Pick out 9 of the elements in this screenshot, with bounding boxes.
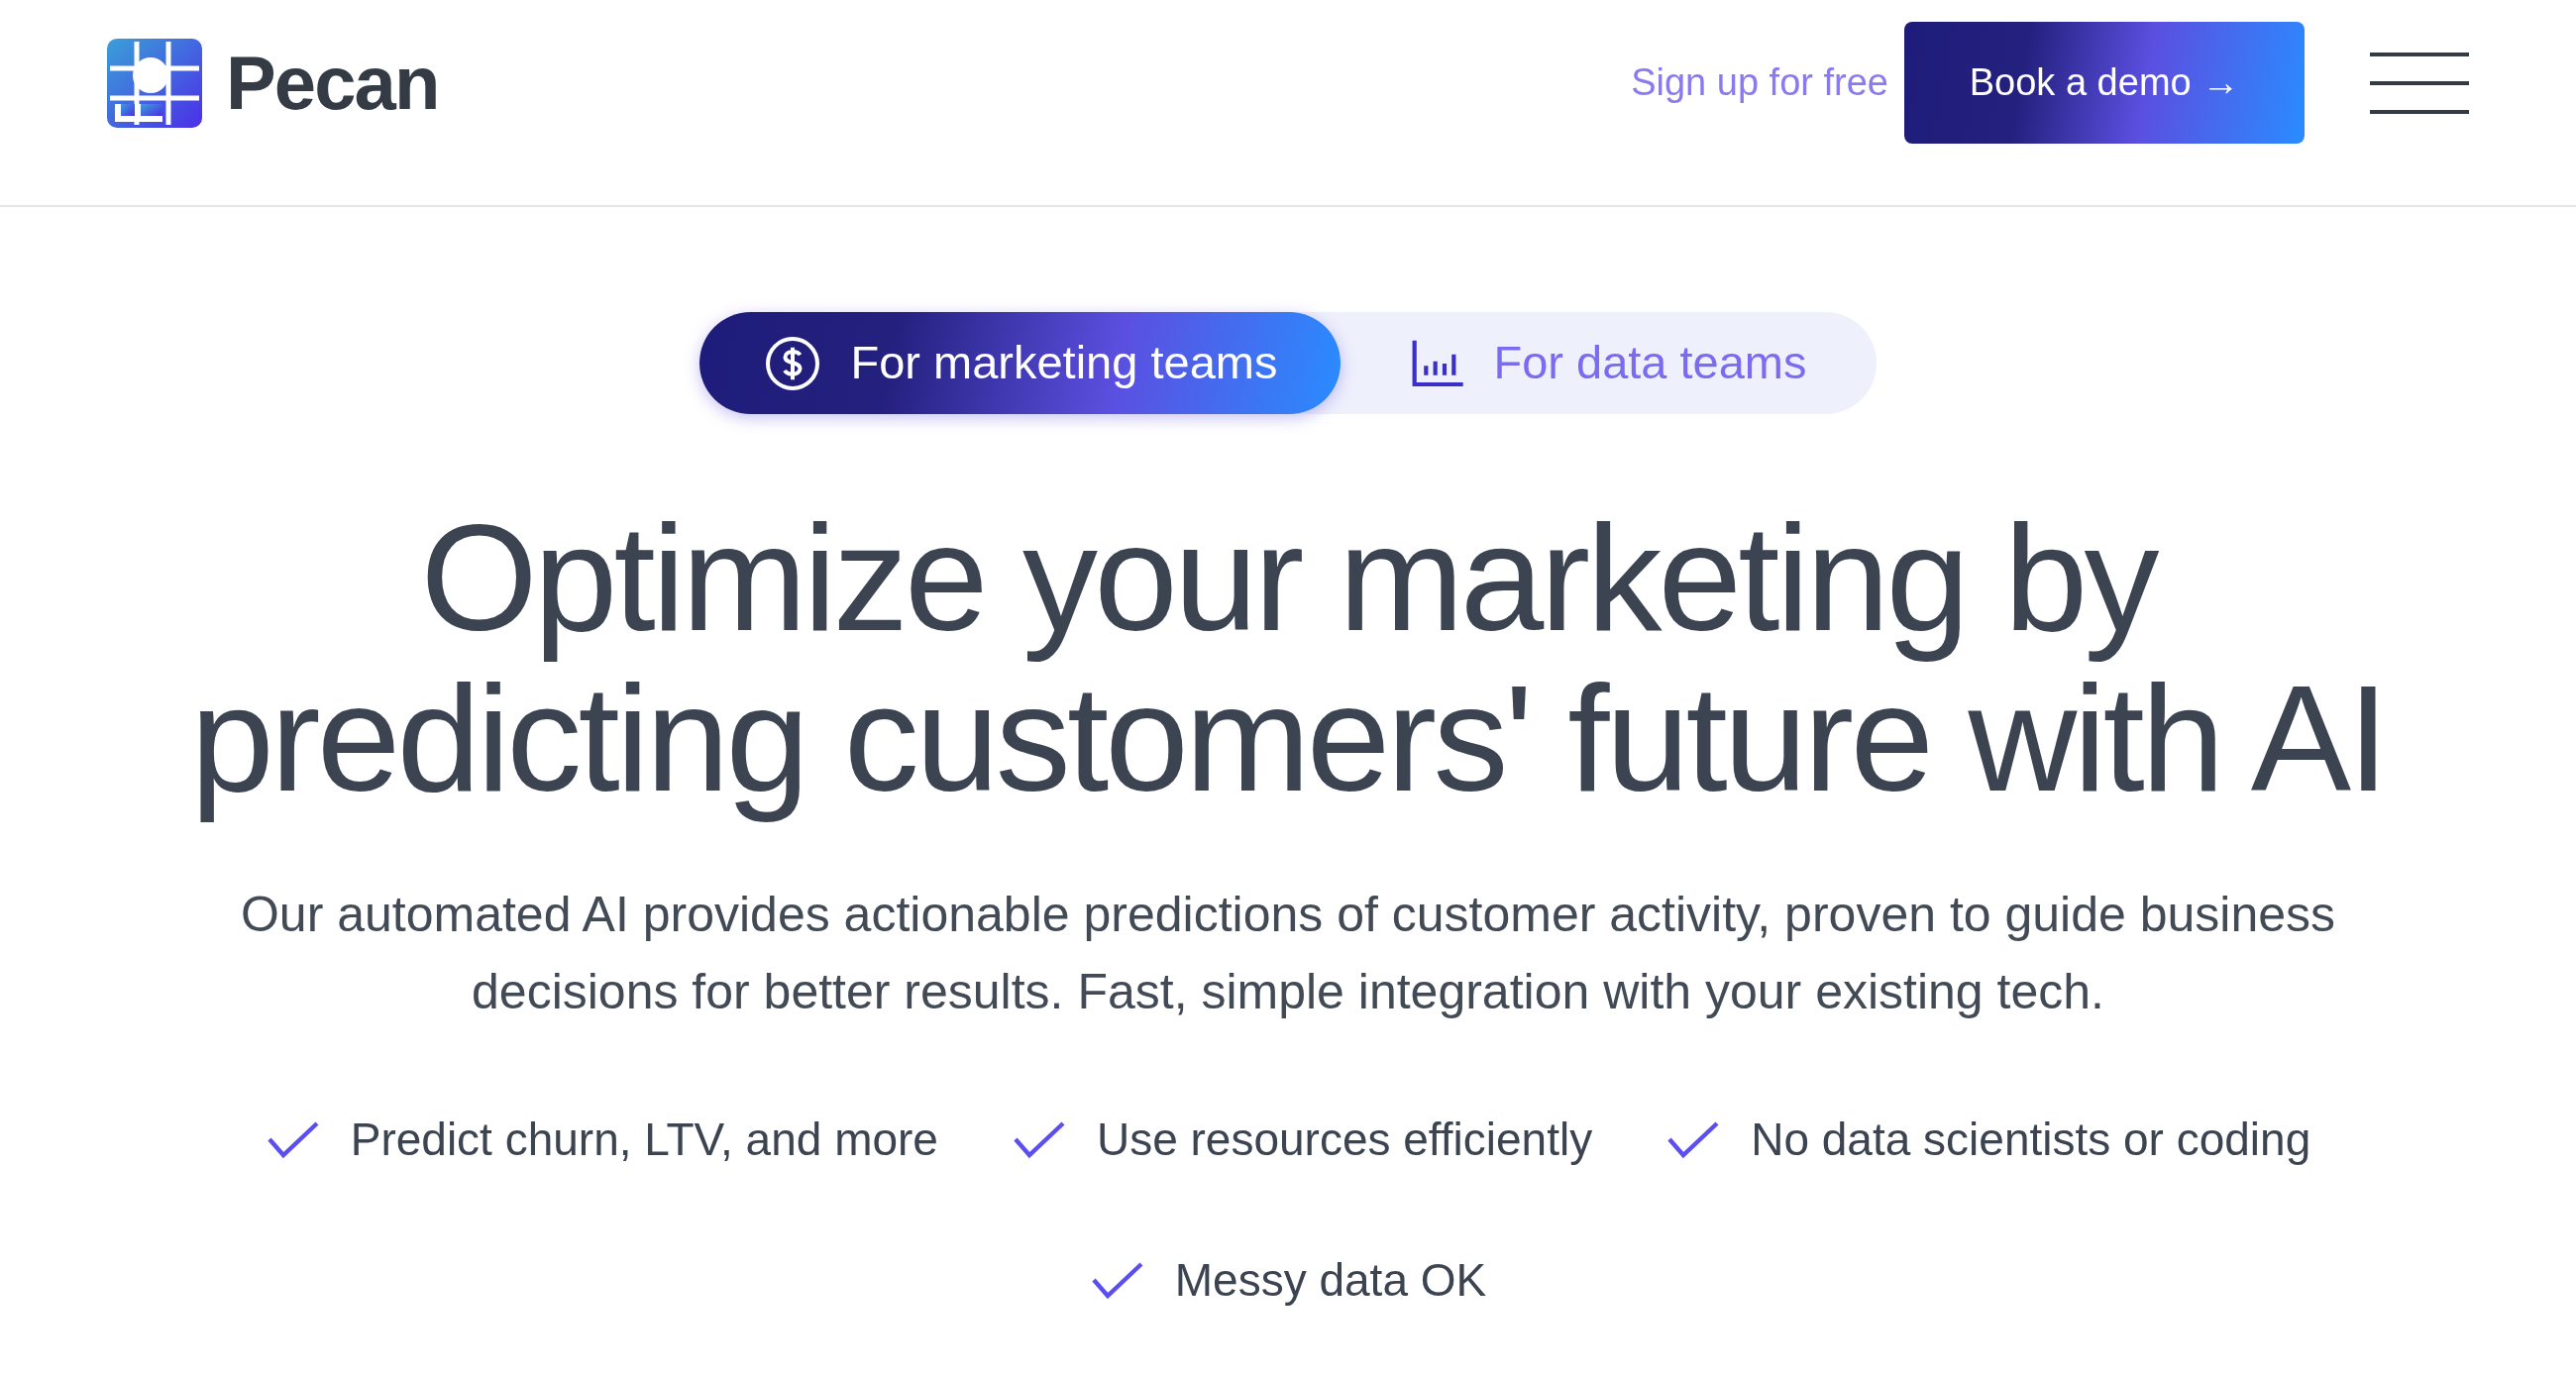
audience-tab[interactable]: For data teams — [1341, 312, 1877, 414]
book-demo-button[interactable]: Book a demo → — [1904, 22, 2305, 144]
feature-text: Messy data OK — [1174, 1252, 1487, 1308]
hero-description: Our automated AI provides actionable predictions of customer activity, proven to guide business decisions for better results. Fast, simple integration with your existing tech. — [239, 886, 2337, 1021]
feature-text: No data scientists or coding — [1751, 1112, 2311, 1167]
feature-text: Use resources efficiently — [1096, 1112, 1593, 1167]
audience-tab[interactable]: For marketing teams — [699, 312, 1342, 414]
feature-text: Predict churn, LTV, and more — [350, 1112, 938, 1167]
brand-name: Pecan — [226, 39, 439, 127]
